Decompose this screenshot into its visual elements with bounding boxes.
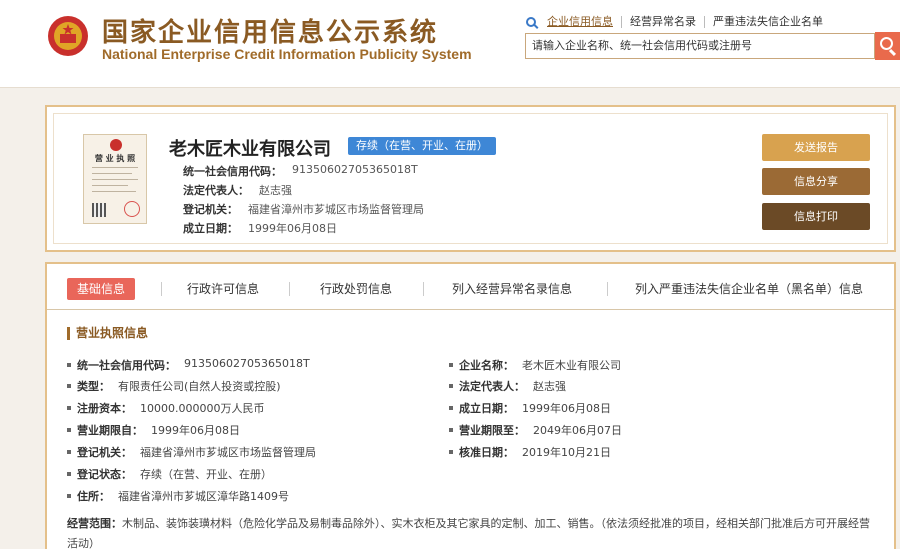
seal-icon (124, 201, 140, 217)
share-info-button[interactable]: 信息分享 (762, 168, 870, 195)
tab-admin-penalty[interactable]: 行政处罚信息 (320, 278, 392, 300)
site-header: 国家企业信用信息公示系统 National Enterprise Credit … (0, 0, 900, 88)
field-approval-date: 核准日期： 2019年10月21日 (449, 444, 611, 460)
field-term-end: 营业期限至： 2049年06月07日 (449, 422, 622, 438)
site-title-cn: 国家企业信用信息公示系统 (102, 18, 439, 48)
site-title-en: National Enterprise Credit Information P… (102, 46, 472, 62)
tab-bar: 基础信息 行政许可信息 行政处罚信息 列入经营异常名录信息 列入严重违法失信企业… (47, 264, 894, 310)
tab-admin-permit[interactable]: 行政许可信息 (187, 278, 259, 300)
business-scope-value: 木制品、装饰装璜材料（危险化学品及易制毒品除外）、实木衣柜及其它家具的定制、加工… (67, 517, 870, 549)
field-type: 类型： 有限责任公司(自然人投资或控股) (67, 378, 281, 394)
info-registration-authority: 登记机关： 福建省漳州市芗城区市场监督管理局 (183, 203, 424, 216)
company-card: 营 业 执 照 老木匠木业有限公司 存续（在营、开业、在册） 统一社会信用代码：… (45, 105, 896, 252)
field-credit-code: 统一社会信用代码： 91350602705365018T (67, 357, 310, 373)
send-report-button[interactable]: 发送报告 (762, 134, 870, 161)
field-registration-status: 登记状态： 存续（在营、开业、在册） (67, 466, 272, 482)
top-nav: 企业信用信息 经营异常名录 严重违法失信企业名单 (526, 16, 831, 28)
nav-abnormal-list[interactable]: 经营异常名录 (622, 16, 705, 28)
business-license-image[interactable]: 营 业 执 照 (83, 134, 147, 224)
info-legal-rep: 法定代表人： 赵志强 (183, 184, 292, 197)
field-registered-capital: 注册资本： 10000.000000万人民币 (67, 400, 264, 416)
search-icon (526, 17, 536, 27)
national-emblem-icon (48, 16, 88, 56)
nav-blacklist[interactable]: 严重违法失信企业名单 (705, 16, 831, 28)
field-founding-date: 成立日期： 1999年06月08日 (449, 400, 611, 416)
field-company-name: 企业名称： 老木匠木业有限公司 (449, 357, 621, 373)
info-founding-date: 成立日期： 1999年06月08日 (183, 222, 337, 235)
info-credit-code: 统一社会信用代码： 91350602705365018T (183, 163, 418, 178)
field-legal-rep: 法定代表人： 赵志强 (449, 378, 566, 394)
company-name: 老木匠木业有限公司 (169, 139, 331, 160)
field-term-start: 营业期限自： 1999年06月08日 (67, 422, 240, 438)
field-registration-authority: 登记机关： 福建省漳州市芗城区市场监督管理局 (67, 444, 316, 460)
section-title: 营业执照信息 (67, 327, 148, 340)
tab-blacklist[interactable]: 列入严重违法失信企业名单（黑名单）信息 (635, 278, 863, 300)
qr-code-icon (92, 203, 106, 217)
print-info-button[interactable]: 信息打印 (762, 203, 870, 230)
license-title: 营 业 执 照 (94, 154, 136, 163)
business-scope-label: 经营范围： (67, 517, 122, 530)
search-button[interactable] (875, 32, 900, 60)
detail-panel: 基础信息 行政许可信息 行政处罚信息 列入经营异常名录信息 列入严重违法失信企业… (45, 262, 896, 549)
tab-basic-info[interactable]: 基础信息 (67, 278, 136, 300)
field-address: 住所： 福建省漳州市芗城区漳华路1409号 (67, 488, 289, 504)
status-badge: 存续（在营、开业、在册） (348, 137, 496, 155)
tab-abnormal-list[interactable]: 列入经营异常名录信息 (452, 278, 572, 300)
nav-credit-info[interactable]: 企业信用信息 (539, 16, 622, 28)
search-input[interactable]: 请输入企业名称、统一社会信用代码或注册号 (525, 33, 875, 59)
field-business-scope: 经营范围：木制品、装饰装璜材料（危险化学品及易制毒品除外）、实木衣柜及其它家具的… (67, 514, 877, 549)
